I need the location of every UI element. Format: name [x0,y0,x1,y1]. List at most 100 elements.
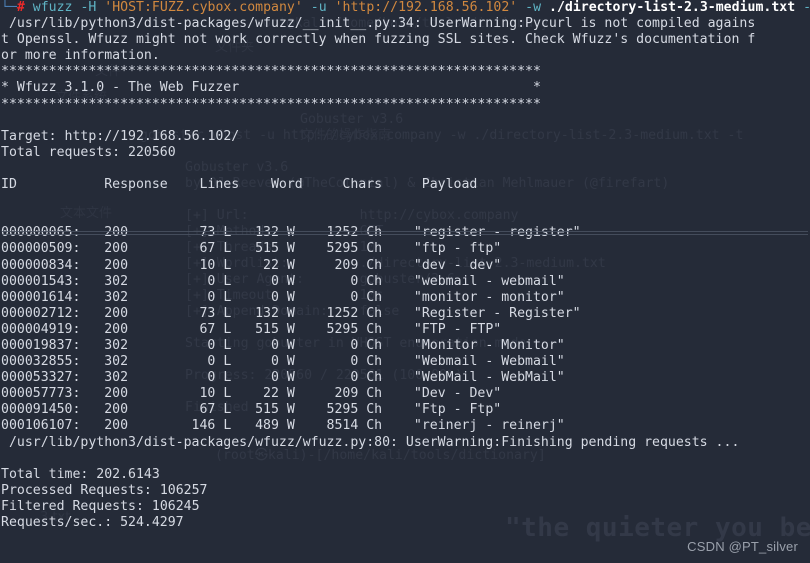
filtered-value: 106245 [151,498,200,514]
total-requests-label: Total requests: [1,144,121,160]
table-row: 000091450: 200 67 L 515 W 5295 Ch "Ftp -… [0,402,810,418]
sp-s2 [152,483,160,498]
row-id: 000004919: [1,321,105,337]
table-row: 000004919: 200 67 L 515 W 5295 Ch "FTP -… [0,322,810,338]
space-8 [795,0,803,15]
prompt-hash-icon: # [16,0,25,15]
total-requests-line: Total requests: 220560 [0,145,810,161]
sp-s3 [144,499,152,514]
row-id: 000001543: [1,273,105,289]
row-chars: 209 Ch [318,386,414,402]
command-wordlist: ./directory-list-2.3-medium.txt [549,0,796,15]
warning-1-line-1: /usr/lib/python3/dist-packages/wfuzz/__i… [1,16,756,32]
row-id: 000053327: [1,370,105,386]
table-row: 000000834: 200 10 L 22 W 209 Ch "dev - d… [0,258,810,274]
filtered-label: Filtered Requests: [1,498,144,514]
row-response: 302 [104,289,160,305]
row-lines: 67 L [159,321,248,337]
row-lines: 0 L [159,273,248,289]
row-chars: 5295 Ch [318,402,414,418]
row-payload: "WebMail - WebMail" [413,370,565,386]
command-flag-u: -u [310,0,327,15]
banner-rule-top: ****************************************… [1,64,541,80]
processed-line: Processed Requests: 106257 [0,483,810,499]
row-id: 000000834: [1,257,105,273]
space-5 [327,0,335,15]
row-payload: "Webmail - Webmail" [413,354,565,370]
row-payload: "Dev - Dev" [413,386,502,402]
row-word: 515 W [247,241,319,257]
row-chars: 0 Ch [318,273,414,289]
row-response: 200 [104,225,160,241]
terminal-output: └─# wfuzz -H 'HOST:FUZZ.cybox.company' -… [0,0,810,531]
row-lines: 67 L [159,402,248,418]
space-6 [517,0,525,15]
row-word: 0 W [247,289,319,305]
warning-1-line-2: t Openssl. Wfuzz might not work correctl… [1,32,756,48]
row-id: 000000509: [1,241,105,257]
row-chars: 0 Ch [318,370,414,386]
table-header-rule-top [2,231,808,232]
row-lines: 0 L [159,337,248,353]
row-id: 000032855: [1,354,105,370]
row-response: 200 [104,321,160,337]
row-word: 22 W [247,386,319,402]
row-chars: 0 Ch [318,337,414,353]
row-chars: 5295 Ch [318,321,414,337]
row-word: 0 W [247,337,319,353]
sp-s4 [112,515,120,530]
table-body: 000000065: 200 73 L 132 W 1252 Ch "regis… [0,225,810,434]
row-response: 200 [104,402,160,418]
rps-line: Requests/sec.: 524.4297 [0,515,810,531]
row-response: 302 [104,370,160,386]
row-payload: "reinerj - reinerj" [413,418,565,434]
row-word: 0 W [247,354,319,370]
processed-value: 106257 [159,482,208,498]
table-row: 000032855: 302 0 L 0 W 0 Ch "Webmail - W… [0,354,810,370]
row-payload: "monitor - monitor" [413,289,565,305]
row-id: 000019837: [1,337,105,353]
space-4 [303,0,311,15]
table-row: 000106107: 200 146 L 489 W 8514 Ch "rein… [0,418,810,434]
row-chars: 1252 Ch [318,225,414,241]
total-requests-value: 220560 [128,144,176,160]
command-program: wfuzz [32,0,73,15]
row-lines: 73 L [159,305,248,321]
row-lines: 0 L [159,289,248,305]
row-response: 200 [104,386,160,402]
rps-label: Requests/sec.: [1,515,113,530]
command-flag-h: -H [80,0,97,15]
row-response: 302 [104,273,160,289]
row-lines: 67 L [159,241,248,257]
row-chars: 1252 Ch [318,305,414,321]
command-flag-w: -w [525,0,542,15]
target-value: http://192.168.56.102/ [64,128,240,144]
sp-tr [120,145,128,160]
total-time-value: 202.6143 [96,466,160,482]
row-chars: 209 Ch [318,257,414,273]
row-lines: 73 L [159,225,248,241]
table-header-row: ID Response Lines Word Chars Payload [1,177,478,193]
table-header-rule-bottom [2,234,808,235]
row-word: 515 W [247,321,319,337]
row-lines: 146 L [159,418,248,434]
warning-1-line-3: or more information. [1,48,160,64]
sp-t [57,129,65,144]
filtered-line: Filtered Requests: 106245 [0,499,810,515]
table-row: 000002712: 200 73 L 132 W 1252 Ch "Regis… [0,306,810,322]
row-word: 515 W [247,402,319,418]
row-lines: 10 L [159,386,248,402]
command-url-value: 'http://192.168.56.102' [334,0,518,15]
table-row: 000000509: 200 67 L 515 W 5295 Ch "ftp -… [0,241,810,257]
row-id: 000000065: [1,225,105,241]
row-chars: 0 Ch [318,354,414,370]
command-header-value: 'HOST:FUZZ.cybox.company' [104,0,303,15]
row-payload: "register - register" [413,225,581,241]
table-row: 000019837: 302 0 L 0 W 0 Ch "Monitor - M… [0,338,810,354]
prompt-connector-icon: └─ [1,0,17,15]
row-word: 489 W [247,418,319,434]
